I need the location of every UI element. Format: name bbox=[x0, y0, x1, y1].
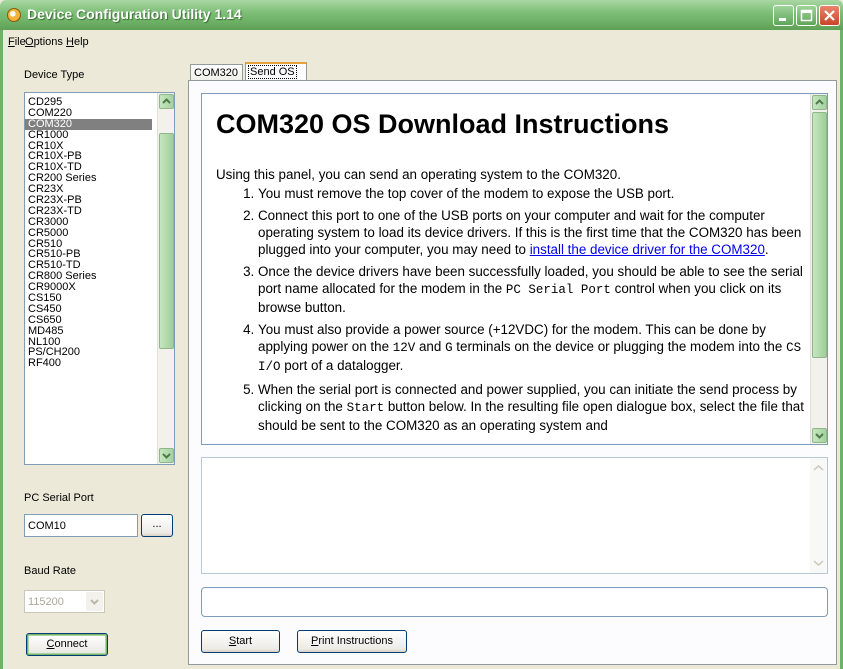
minimize-icon bbox=[779, 18, 786, 21]
maximize-icon bbox=[800, 9, 813, 22]
device-list-item[interactable]: CR5000 bbox=[25, 227, 174, 239]
instructions-heading: COM320 OS Download Instructions bbox=[216, 109, 670, 139]
device-list-scrollbar[interactable] bbox=[157, 93, 174, 464]
baud-rate-label: Baud Rate bbox=[24, 565, 76, 577]
browse-button[interactable]: ... bbox=[141, 514, 173, 537]
baud-rate-value: 115200 bbox=[28, 596, 64, 608]
window-title: Device Configuration Utility 1.14 bbox=[27, 6, 242, 22]
chevron-down-icon bbox=[162, 453, 171, 459]
scroll-down-button[interactable] bbox=[812, 428, 827, 443]
menu-file[interactable]: File bbox=[8, 36, 26, 48]
scroll-thumb[interactable] bbox=[159, 133, 174, 349]
dropdown-button[interactable] bbox=[86, 592, 103, 611]
step-item: You must remove the top cover of the mod… bbox=[258, 185, 806, 202]
scroll-up-button[interactable] bbox=[159, 94, 174, 109]
device-type-label: Device Type bbox=[24, 69, 85, 81]
start-button[interactable]: Start bbox=[201, 630, 280, 653]
device-list-item[interactable]: RF400 bbox=[25, 358, 174, 369]
chevron-down-icon bbox=[813, 560, 824, 567]
step-item: Once the device drivers have been succes… bbox=[258, 263, 806, 316]
step-item: You must also provide a power source (+1… bbox=[258, 321, 806, 376]
title-bar: Device Configuration Utility 1.14 bbox=[0, 0, 843, 30]
log-output[interactable] bbox=[201, 457, 828, 574]
close-button[interactable] bbox=[819, 5, 840, 26]
window-frame-left bbox=[0, 52, 3, 669]
menu-help[interactable]: Help bbox=[66, 36, 89, 48]
instructions-steps: You must remove the top cover of the mod… bbox=[216, 185, 806, 434]
device-list-item[interactable]: MD485 bbox=[25, 325, 174, 337]
menu-options[interactable]: Options bbox=[25, 36, 63, 48]
baud-rate-select[interactable]: 115200 bbox=[24, 590, 105, 613]
step-item: When the serial port is connected and po… bbox=[258, 381, 806, 434]
chevron-up-icon bbox=[162, 98, 171, 104]
instructions-viewer[interactable]: COM320 OS Download Instructions Using th… bbox=[201, 93, 828, 445]
tab-com320[interactable]: COM320 bbox=[190, 64, 243, 80]
scroll-thumb[interactable] bbox=[812, 112, 827, 358]
instructions-scrollbar[interactable] bbox=[810, 94, 827, 444]
instructions-intro: Using this panel, you can send an operat… bbox=[216, 167, 621, 182]
connect-button[interactable]: Connect bbox=[26, 633, 108, 656]
device-list-items: CD295 COM220 COM320 CR1000 CR10X CR10X-PB CR10… bbox=[25, 97, 174, 369]
step-item: Connect this port to one of the USB port… bbox=[258, 207, 806, 258]
chevron-down-icon bbox=[90, 599, 99, 605]
chevron-up-icon bbox=[813, 464, 824, 471]
instructions-document: COM320 OS Download Instructions Using th… bbox=[216, 108, 806, 439]
serial-port-label: PC Serial Port bbox=[24, 492, 94, 504]
chevron-up-icon bbox=[815, 99, 824, 105]
tab-send-os[interactable]: Send OS bbox=[245, 62, 307, 81]
app-icon bbox=[7, 8, 21, 22]
menu-bar: File Options Help bbox=[0, 30, 843, 52]
scroll-up-button[interactable] bbox=[812, 95, 827, 110]
progress-bar bbox=[201, 587, 828, 617]
serial-port-field[interactable]: COM10 bbox=[24, 514, 138, 537]
maximize-button[interactable] bbox=[796, 5, 817, 26]
device-type-list[interactable]: CD295 COM220 COM320 CR1000 CR10X CR10X-PB CR10… bbox=[24, 92, 175, 465]
minimize-button[interactable] bbox=[773, 5, 794, 26]
close-icon bbox=[824, 10, 835, 21]
device-list-item[interactable]: CR1000 bbox=[25, 129, 174, 141]
print-instructions-button[interactable]: Print Instructions bbox=[297, 630, 407, 653]
log-scrollbar[interactable] bbox=[810, 458, 827, 573]
chevron-down-icon bbox=[815, 433, 824, 439]
scroll-down-button[interactable] bbox=[159, 448, 174, 463]
install-driver-link[interactable]: install the device driver for the COM320 bbox=[530, 242, 765, 257]
